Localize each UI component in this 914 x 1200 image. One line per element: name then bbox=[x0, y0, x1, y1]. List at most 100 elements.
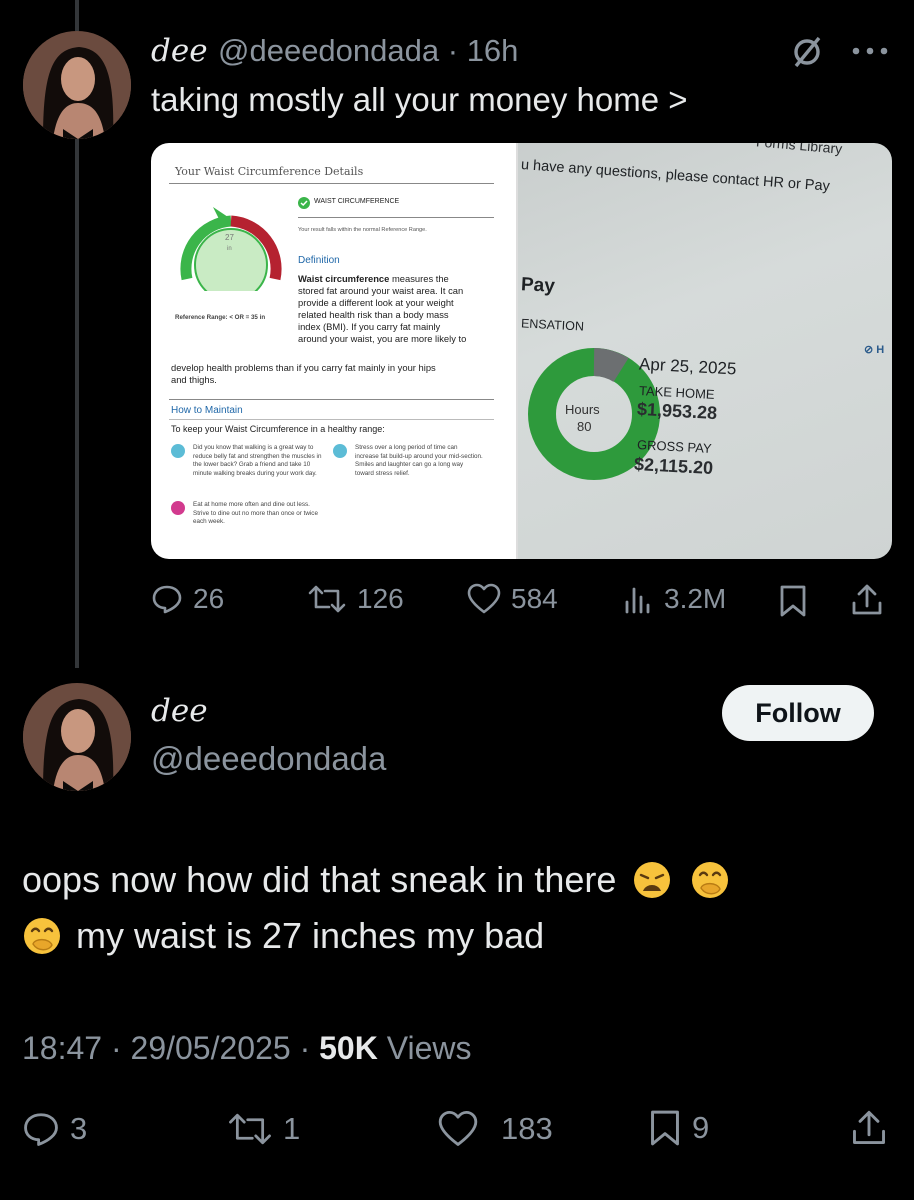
like-button[interactable]: 183 bbox=[437, 1110, 553, 1148]
definition-line: related health risk than a body mass bbox=[298, 309, 449, 321]
reply-count: 3 bbox=[70, 1111, 88, 1146]
author-handle[interactable]: @deeedondada · 16h bbox=[218, 33, 518, 69]
author-handle[interactable]: @deeedondada bbox=[151, 740, 386, 778]
divider bbox=[169, 183, 494, 184]
definition-line: and thighs. bbox=[171, 374, 217, 386]
result-text: Your result falls within the normal Refe… bbox=[298, 227, 427, 233]
tip-eat-home: Eat at home more often and dine out less… bbox=[193, 501, 318, 525]
gross-pay-amount: $2,115.20 bbox=[633, 453, 714, 479]
views-label: Views bbox=[386, 1030, 472, 1066]
pay-heading: Pay bbox=[520, 274, 556, 297]
share-button[interactable] bbox=[850, 583, 884, 622]
maintain-heading: How to Maintain bbox=[171, 405, 243, 416]
repost-count: 1 bbox=[283, 1111, 301, 1146]
author-name[interactable]: dee bbox=[151, 693, 208, 729]
share-button[interactable] bbox=[850, 1108, 888, 1153]
handle-text: @deeedondada bbox=[218, 33, 440, 68]
divider bbox=[298, 217, 494, 218]
separator-dot: · bbox=[439, 33, 467, 68]
doc-title: Your Waist Circumference Details bbox=[175, 165, 364, 178]
avatar[interactable] bbox=[23, 683, 131, 791]
repost-count: 126 bbox=[357, 583, 404, 614]
hours-value: 80 bbox=[577, 419, 592, 434]
eye-off-icon: ⊘ bbox=[864, 344, 877, 356]
maintain-intro: To keep your Waist Circumference in a he… bbox=[171, 424, 385, 434]
compensation-label: ENSATION bbox=[520, 316, 585, 334]
divider bbox=[169, 399, 494, 400]
like-button[interactable]: 584 bbox=[467, 583, 558, 615]
paystub-photo[interactable]: Forms Library u have any questions, plea… bbox=[518, 143, 892, 559]
definition-text-wide: develop health problems than if you carr… bbox=[171, 362, 506, 386]
walking-icon bbox=[171, 444, 185, 458]
forms-library-label: Forms Library bbox=[755, 143, 843, 157]
bookmark-button[interactable] bbox=[778, 584, 808, 623]
tweet-text-line-2: my waist is 27 inches my bad bbox=[22, 914, 544, 957]
definition-line: develop health problems than if you carr… bbox=[171, 362, 436, 373]
follow-button[interactable]: Follow bbox=[722, 685, 874, 741]
definition-text: Waist circumference measures the stored … bbox=[298, 273, 508, 345]
definition-line: provide a different look at your weight bbox=[298, 297, 454, 309]
repost-icon bbox=[308, 585, 346, 613]
avatar[interactable] bbox=[23, 31, 131, 139]
tweet-meta: 18:47 · 29/05/2025 · 50K Views bbox=[22, 1030, 471, 1067]
hours-label: Hours bbox=[565, 402, 600, 417]
tip-stress: Stress over a long period of time can in… bbox=[355, 444, 483, 477]
definition-line: measures the bbox=[391, 273, 449, 284]
author-name[interactable]: dee bbox=[151, 33, 208, 69]
divider bbox=[169, 419, 494, 420]
definition-line: index (BMI). If you carry fat mainly bbox=[298, 321, 441, 333]
reply-button[interactable]: 3 bbox=[22, 1110, 87, 1148]
reply-count: 26 bbox=[193, 583, 225, 614]
bookmark-count: 9 bbox=[692, 1110, 710, 1145]
hide-toggle[interactable]: ⊘ H bbox=[864, 343, 884, 356]
contact-text: u have any questions, please contact HR … bbox=[520, 157, 831, 195]
section-heading: WAIST CIRCUMFERENCE bbox=[314, 198, 400, 205]
bookmark-icon bbox=[780, 585, 806, 617]
repost-button[interactable]: 1 bbox=[227, 1110, 300, 1148]
avatar-photo bbox=[23, 31, 131, 139]
reference-range: Reference Range: < OR = 35 in bbox=[175, 314, 266, 321]
share-icon bbox=[853, 1110, 885, 1144]
waist-document-image[interactable]: Your Waist Circumference Details 27 in R… bbox=[151, 143, 519, 559]
share-icon bbox=[852, 584, 882, 615]
bookmark-icon bbox=[651, 1110, 679, 1146]
views-button[interactable]: 3.2M bbox=[624, 583, 726, 615]
heart-icon bbox=[438, 1110, 478, 1146]
like-count: 183 bbox=[501, 1111, 553, 1146]
reply-button[interactable]: 26 bbox=[151, 583, 224, 615]
hand-over-mouth-emoji bbox=[692, 862, 729, 898]
tweet-media[interactable]: Your Waist Circumference Details 27 in R… bbox=[151, 143, 892, 559]
tweet-text-part: my waist is 27 inches my bad bbox=[76, 915, 545, 956]
slashed-circle-icon[interactable] bbox=[789, 33, 825, 74]
take-home-amount: $1,953.28 bbox=[636, 398, 718, 424]
bookmark-button[interactable]: 9 bbox=[648, 1108, 709, 1148]
smile-icon bbox=[333, 444, 347, 458]
hand-over-mouth-emoji bbox=[24, 918, 60, 954]
timestamp[interactable]: 18:47 · 29/05/2025 · bbox=[22, 1030, 310, 1066]
reply-icon bbox=[24, 1113, 58, 1146]
view-count: 3.2M bbox=[664, 583, 727, 614]
heart-icon bbox=[467, 583, 501, 614]
definition-line: stored fat around your waist area. It ca… bbox=[298, 285, 464, 297]
reply-icon bbox=[152, 585, 182, 614]
tweet-time[interactable]: 16h bbox=[467, 33, 519, 68]
like-count: 584 bbox=[511, 583, 558, 614]
definition-heading: Definition bbox=[298, 255, 340, 266]
check-icon bbox=[298, 196, 310, 214]
more-icon[interactable] bbox=[851, 43, 889, 61]
repost-icon bbox=[229, 1113, 271, 1145]
tip-walking: Did you know that walking is a great way… bbox=[193, 444, 322, 477]
views-bar-chart-icon bbox=[625, 587, 650, 614]
definition-bold: Waist circumference bbox=[298, 273, 390, 284]
weary-face-emoji bbox=[634, 862, 671, 898]
repost-button[interactable]: 126 bbox=[307, 583, 404, 615]
hide-label: H bbox=[876, 344, 885, 356]
avatar-photo bbox=[23, 683, 131, 791]
definition-line: around your waist, you are more likely t… bbox=[298, 333, 467, 345]
tweet-text: taking mostly all your money home > bbox=[151, 81, 688, 118]
tweet-text-line-1: oops now how did that sneak in there bbox=[22, 858, 730, 901]
gauge-unit: in bbox=[227, 246, 232, 252]
tweet-text-part: oops now how did that sneak in there bbox=[22, 859, 617, 900]
food-icon bbox=[171, 501, 185, 515]
gauge-value: 27 bbox=[225, 233, 234, 242]
